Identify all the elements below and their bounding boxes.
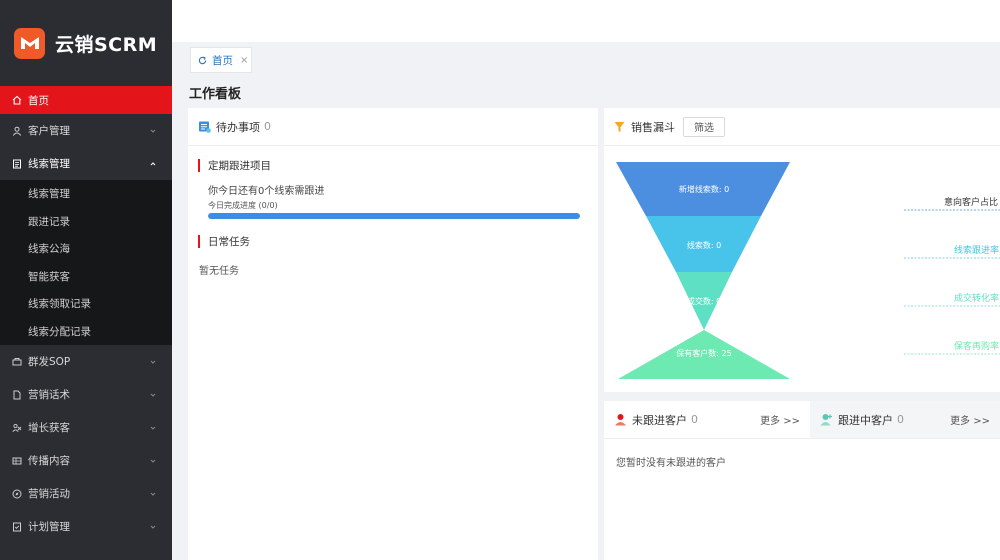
ratio-label-conversion: 成交转化率 [954, 292, 999, 304]
todo-count: 0 [264, 120, 271, 133]
todo-header: 待办事项 0 [188, 108, 598, 146]
user-icon [615, 414, 626, 426]
chevron-down-icon [150, 360, 156, 364]
submenu-item-lead-pool[interactable]: 线索公海 [0, 235, 172, 263]
todo-title: 待办事项 [216, 120, 260, 134]
document-icon [12, 159, 22, 169]
customer-tabs: 未跟进客户 0 更多 >> 跟进中客户 0 更多 >> [604, 401, 1000, 439]
logo-icon [14, 27, 45, 59]
sidebar-item-label: 营销话术 [28, 389, 70, 401]
leads-submenu: 线索管理 跟进记录 线索公海 智能获客 线索领取记录 线索分配记录 [0, 180, 172, 345]
chevron-down-icon [150, 426, 156, 430]
sidebar-item-label: 群发SOP [28, 356, 71, 368]
sidebar: 云销SCRM 首页 客户管理 线索管理 线索管理 跟进记录 线索公海 智能获客 … [0, 0, 172, 560]
filter-button[interactable]: 筛选 [683, 116, 725, 137]
checklist-icon [12, 522, 22, 532]
section-title: 日常任务 [198, 235, 598, 248]
refresh-icon[interactable] [198, 56, 207, 65]
progress-bar [208, 213, 580, 219]
tab-home[interactable]: 首页 × [190, 47, 252, 73]
task-list-icon [199, 121, 211, 133]
submenu-item-claim-records[interactable]: 线索领取记录 [0, 290, 172, 318]
user-icon [12, 126, 22, 136]
sidebar-item-growth[interactable]: 增长获客 [0, 411, 172, 444]
sidebar-item-label: 计划管理 [28, 521, 70, 533]
sidebar-item-label: 首页 [28, 94, 49, 107]
app-name: 云销SCRM [55, 33, 158, 56]
logo[interactable]: 云销SCRM [0, 0, 172, 86]
funnel-chart: 新增线索数: 0 线索数: 0 成交数: 0 保有客户数: 25 意向客户占比 … [616, 162, 1000, 379]
funnel-header: 销售漏斗 筛选 [604, 108, 1000, 146]
sidebar-item-scripts[interactable]: 营销话术 [0, 378, 172, 411]
funnel-label-retained: 保有客户数: 25 [676, 348, 731, 358]
funnel-icon [614, 121, 625, 132]
sidebar-item-plans[interactable]: 计划管理 [0, 510, 172, 543]
section-title: 定期跟进项目 [198, 159, 598, 172]
sidebar-item-content[interactable]: 传播内容 [0, 444, 172, 477]
tab-unfollowed-customers[interactable]: 未跟进客户 0 更多 >> [604, 401, 810, 438]
users-icon [12, 423, 22, 433]
more-link[interactable]: 更多 >> [760, 412, 800, 427]
empty-customers-note: 您暂时没有未跟进的客户 [616, 458, 726, 469]
progress-label: 今日完成进度 (0/0) [208, 201, 278, 210]
submenu-item-smart-acquisition[interactable]: 智能获客 [0, 263, 172, 291]
tab-label: 首页 [212, 54, 233, 67]
funnel-label-new-leads: 新增线索数: 0 [679, 184, 729, 194]
tab-label: 未跟进客户 [632, 413, 687, 427]
chevron-down-icon [150, 393, 156, 397]
chevron-down-icon [150, 459, 156, 463]
grid-icon [12, 456, 22, 466]
top-header [172, 0, 1000, 42]
sidebar-item-campaigns[interactable]: 营销活动 [0, 477, 172, 510]
sidebar-item-customers[interactable]: 客户管理 [0, 114, 172, 147]
broadcast-icon [12, 357, 22, 367]
sidebar-item-home[interactable]: 首页 [0, 86, 172, 114]
chevron-down-icon [150, 492, 156, 496]
submenu-item-follow-records[interactable]: 跟进记录 [0, 208, 172, 236]
sidebar-item-label: 传播内容 [28, 455, 70, 467]
submenu-item-assign-records[interactable]: 线索分配记录 [0, 318, 172, 346]
sales-funnel-panel: 销售漏斗 筛选 新增线索数: 0 线索数: 0 成交数: 0 保有客户数: 25… [604, 108, 1000, 392]
customers-panel: 未跟进客户 0 更多 >> 跟进中客户 0 更多 >> 您暂时没有未跟进的客户 [604, 401, 1000, 560]
sidebar-item-label: 营销活动 [28, 488, 70, 500]
chevron-up-icon [150, 161, 156, 165]
followup-note: 你今日还有0个线索需跟进 [208, 186, 325, 197]
ratio-label-repurchase: 保客再购率 [954, 340, 999, 352]
user-follow-icon [820, 414, 832, 426]
ratio-label-intent: 意向客户占比 [944, 196, 998, 208]
file-icon [12, 390, 22, 400]
more-link[interactable]: 更多 >> [950, 412, 990, 427]
tab-following-customers[interactable]: 跟进中客户 0 更多 >> [810, 401, 1000, 438]
page-title: 工作看板 [189, 87, 242, 102]
sidebar-item-group-sop[interactable]: 群发SOP [0, 345, 172, 378]
close-icon[interactable]: × [240, 55, 248, 66]
funnel-label-deals: 成交数: 0 [687, 296, 721, 306]
todo-panel: 待办事项 0 定期跟进项目 你今日还有0个线索需跟进 今日完成进度 (0/0) … [188, 108, 598, 560]
funnel-label-leads: 线索数: 0 [687, 240, 721, 250]
chevron-down-icon [150, 129, 156, 133]
tab-count: 0 [691, 413, 698, 426]
funnel-title: 销售漏斗 [631, 120, 675, 134]
empty-tasks-note: 暂无任务 [199, 266, 239, 277]
sidebar-item-label: 客户管理 [28, 125, 70, 137]
chevron-down-icon [150, 525, 156, 529]
tab-count: 0 [897, 413, 904, 426]
compass-icon [12, 489, 22, 499]
tab-label: 跟进中客户 [838, 413, 893, 427]
sidebar-item-leads[interactable]: 线索管理 [0, 147, 172, 180]
ratio-label-follow: 线索跟进率 [954, 244, 999, 256]
sidebar-item-label: 增长获客 [28, 422, 70, 434]
sidebar-item-label: 线索管理 [28, 158, 70, 170]
submenu-item-lead-management[interactable]: 线索管理 [0, 180, 172, 208]
home-icon [12, 95, 22, 105]
progress-fill [208, 213, 580, 219]
